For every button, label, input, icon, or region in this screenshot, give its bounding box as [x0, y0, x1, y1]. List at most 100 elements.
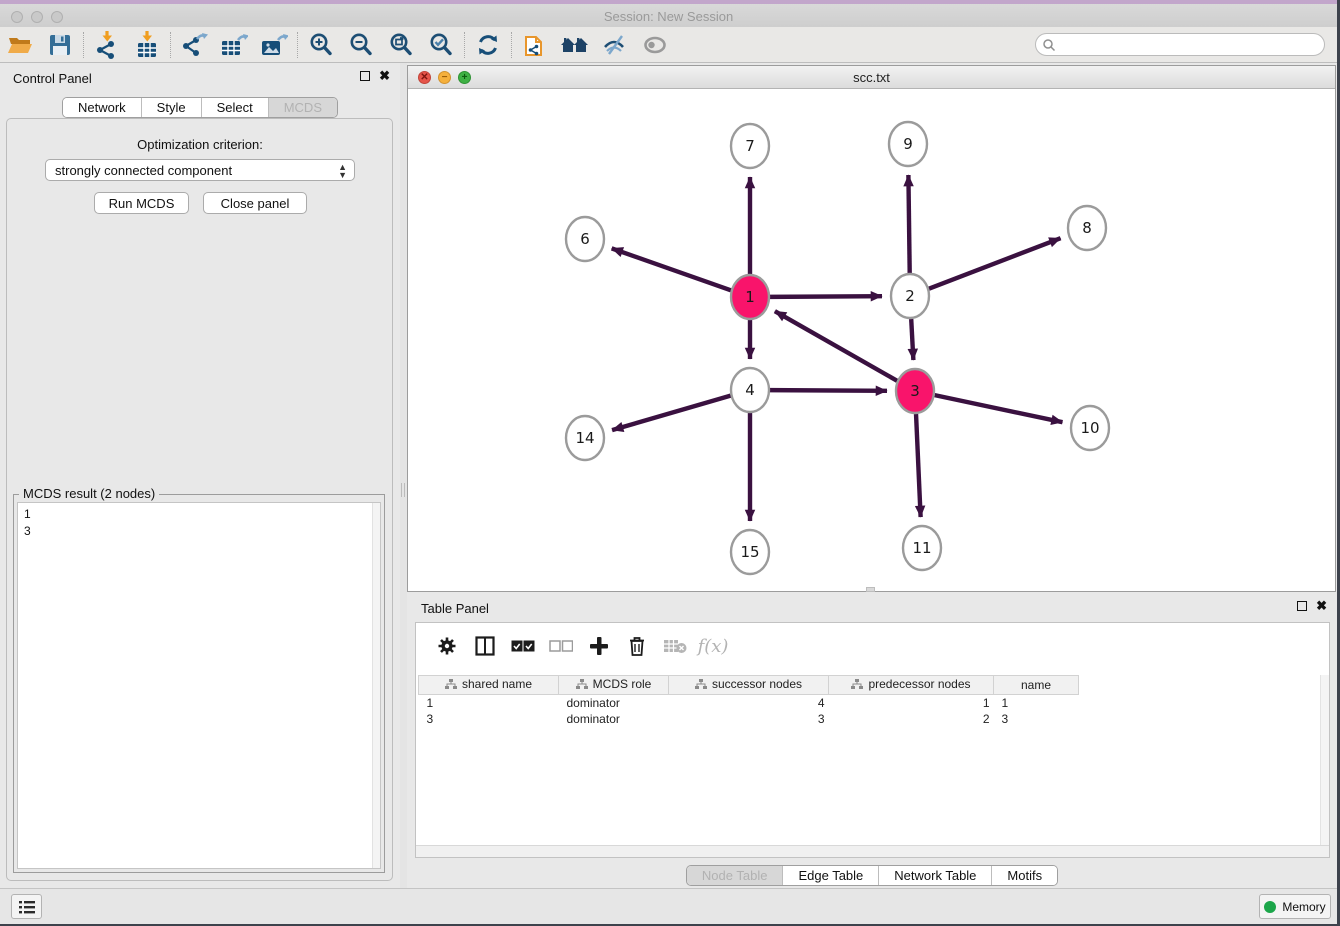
- zoom-fit-button[interactable]: [381, 30, 421, 60]
- table-cell[interactable]: 1: [829, 695, 994, 711]
- graph-edge-1-6[interactable]: [612, 248, 731, 290]
- open-session-button[interactable]: [0, 30, 40, 60]
- graph-node-7[interactable]: 7: [731, 124, 769, 168]
- table-cell[interactable]: 2: [829, 711, 994, 727]
- column-layout-button[interactable]: [466, 629, 504, 663]
- table-row[interactable]: 1dominator411: [419, 695, 1079, 711]
- import-network-button[interactable]: [87, 30, 127, 60]
- os-titlebar[interactable]: Session: New Session: [0, 0, 1337, 27]
- table-cell[interactable]: 3: [419, 711, 559, 727]
- export-image-button[interactable]: [254, 30, 294, 60]
- graph-edge-2-3[interactable]: [911, 319, 913, 360]
- table-cell[interactable]: 4: [669, 695, 829, 711]
- column-header-successor-nodes[interactable]: successor nodes: [669, 676, 829, 695]
- graph-edge-4-14[interactable]: [612, 396, 731, 430]
- graph-node-label: 9: [903, 135, 913, 153]
- memory-button[interactable]: Memory: [1259, 894, 1331, 919]
- open-session-file-button[interactable]: [515, 30, 555, 60]
- export-network-button[interactable]: [174, 30, 214, 60]
- graph-edge-4-3[interactable]: [770, 390, 887, 391]
- graph-edge-1-2[interactable]: [770, 296, 882, 297]
- tab-mcds[interactable]: MCDS: [269, 98, 337, 117]
- control-panel: Control Panel ✖ NetworkStyleSelectMCDS O…: [0, 63, 400, 888]
- home-button[interactable]: [555, 30, 595, 60]
- graph-edge-2-9[interactable]: [908, 175, 909, 273]
- search-box[interactable]: [1035, 33, 1325, 56]
- mcds-result-text[interactable]: 1 3: [17, 502, 381, 869]
- table-horizontal-scrollbar[interactable]: [416, 845, 1329, 857]
- column-header-label: predecessor nodes: [868, 677, 970, 691]
- graph-node-10[interactable]: 10: [1071, 406, 1109, 450]
- network-resize-handle[interactable]: [866, 587, 875, 592]
- table-cell[interactable]: dominator: [559, 711, 669, 727]
- column-header-name[interactable]: name: [994, 676, 1079, 695]
- graph-node-2[interactable]: 2: [891, 274, 929, 318]
- run-mcds-button[interactable]: Run MCDS: [94, 192, 189, 214]
- export-table-button[interactable]: [214, 30, 254, 60]
- show-panels-button[interactable]: [635, 30, 675, 60]
- column-header-shared-name[interactable]: shared name: [419, 676, 559, 695]
- graph-node-15[interactable]: 15: [731, 530, 769, 574]
- float-panel-icon[interactable]: [360, 71, 370, 81]
- zoom-in-button[interactable]: [301, 30, 341, 60]
- delete-table-button[interactable]: [656, 629, 694, 663]
- add-column-button[interactable]: [580, 629, 618, 663]
- graph-node-3[interactable]: 3: [896, 369, 934, 413]
- graph-node-4[interactable]: 4: [731, 368, 769, 412]
- dropdown-stepper-icon: ▲▼: [338, 163, 347, 179]
- zoom-out-button[interactable]: [341, 30, 381, 60]
- tab-edge-table[interactable]: Edge Table: [783, 866, 879, 885]
- table-cell[interactable]: 3: [669, 711, 829, 727]
- table-row[interactable]: 3dominator323: [419, 711, 1079, 727]
- graph-edge-3-10[interactable]: [935, 395, 1063, 422]
- function-builder-button[interactable]: f(x): [694, 629, 732, 663]
- graph-node-1[interactable]: 1: [731, 275, 769, 319]
- tab-select[interactable]: Select: [202, 98, 269, 117]
- graph-node-label: 6: [580, 230, 590, 248]
- save-session-button[interactable]: [40, 30, 80, 60]
- table-cell[interactable]: 1: [994, 695, 1079, 711]
- select-all-columns-button[interactable]: [504, 629, 542, 663]
- graph-node-6[interactable]: 6: [566, 217, 604, 261]
- panel-divider[interactable]: [400, 63, 407, 888]
- table-cell[interactable]: 3: [994, 711, 1079, 727]
- refresh-button[interactable]: [468, 30, 508, 60]
- criterion-dropdown[interactable]: strongly connected component ▲▼: [45, 159, 355, 181]
- zoom-selected-icon: [428, 32, 454, 58]
- network-window-titlebar[interactable]: ✕ − + scc.txt: [408, 66, 1335, 89]
- node-table-card: f(x) shared nameMCDS rolesuccessor nodes…: [415, 622, 1330, 858]
- zoom-selected-button[interactable]: [421, 30, 461, 60]
- graph-node-14[interactable]: 14: [566, 416, 604, 460]
- column-header-MCDS-role[interactable]: MCDS role: [559, 676, 669, 695]
- task-history-button[interactable]: [11, 894, 42, 919]
- close-table-panel-icon[interactable]: ✖: [1316, 601, 1327, 611]
- tab-network-table[interactable]: Network Table: [879, 866, 992, 885]
- column-header-predecessor-nodes[interactable]: predecessor nodes: [829, 676, 994, 695]
- tab-style[interactable]: Style: [142, 98, 202, 117]
- zoom-fit-icon: [388, 32, 414, 58]
- import-table-button[interactable]: [127, 30, 167, 60]
- table-settings-button[interactable]: [428, 629, 466, 663]
- deselect-all-columns-button[interactable]: [542, 629, 580, 663]
- result-scrollbar[interactable]: [372, 503, 380, 868]
- float-table-panel-icon[interactable]: [1297, 601, 1307, 611]
- tab-motifs[interactable]: Motifs: [992, 866, 1057, 885]
- delete-column-button[interactable]: [618, 629, 656, 663]
- hide-panels-button[interactable]: [595, 30, 635, 60]
- close-panel-icon[interactable]: ✖: [379, 71, 390, 81]
- network-canvas[interactable]: 1 2 3 4 6 7 8 9 10 11 14 15: [408, 89, 1335, 591]
- close-panel-button[interactable]: Close panel: [203, 192, 307, 214]
- tab-network[interactable]: Network: [63, 98, 142, 117]
- graph-edge-3-1[interactable]: [775, 311, 897, 381]
- graph-node-11[interactable]: 11: [903, 526, 941, 570]
- table-cell[interactable]: 1: [419, 695, 559, 711]
- graph-node-8[interactable]: 8: [1068, 206, 1106, 250]
- graph-edge-2-8[interactable]: [929, 238, 1061, 289]
- table-vertical-scrollbar[interactable]: [1320, 675, 1329, 845]
- graph-edge-3-11[interactable]: [916, 414, 921, 517]
- graph-node-9[interactable]: 9: [889, 122, 927, 166]
- tab-node-table[interactable]: Node Table: [687, 866, 784, 885]
- graph-node-label: 3: [910, 382, 920, 400]
- search-input[interactable]: [1056, 36, 1324, 54]
- table-cell[interactable]: dominator: [559, 695, 669, 711]
